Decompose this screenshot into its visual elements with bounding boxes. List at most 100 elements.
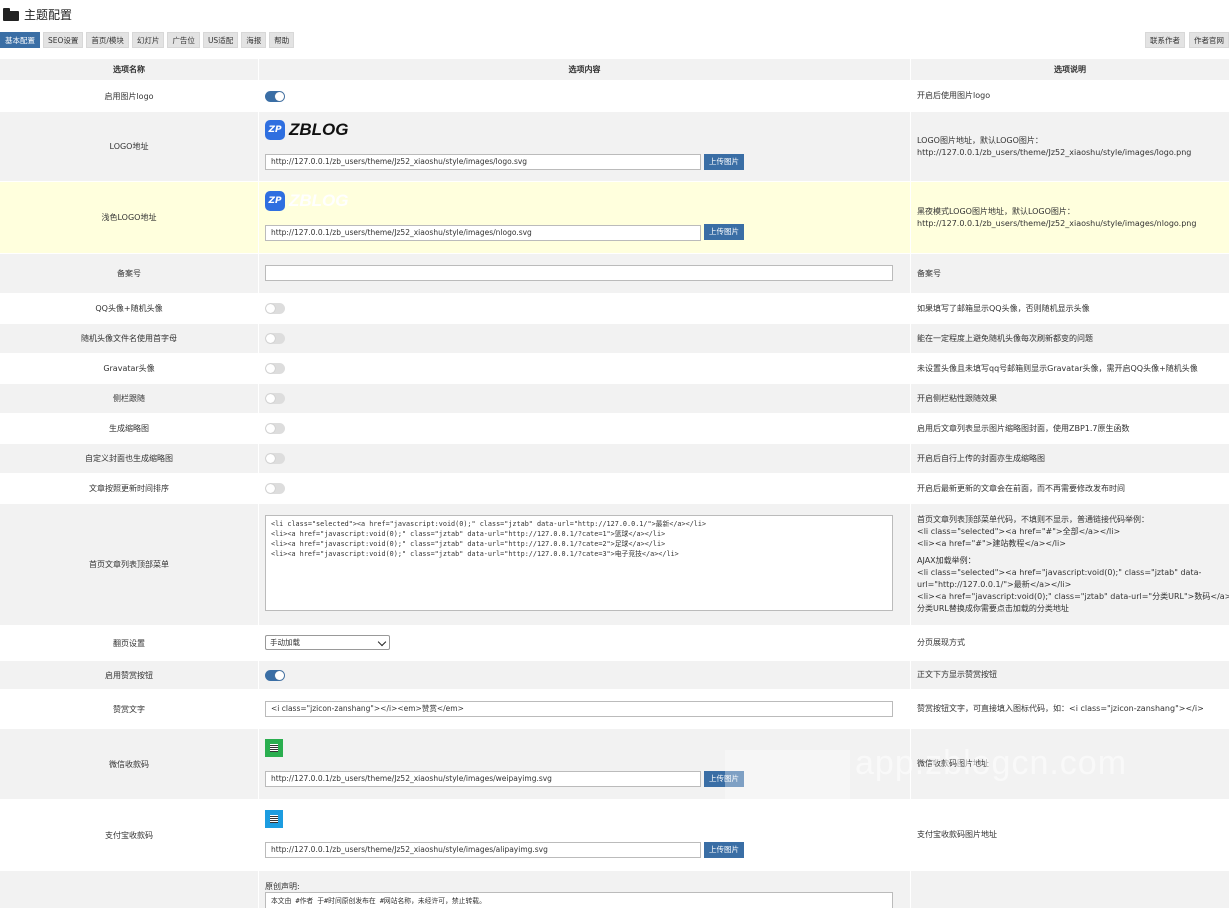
zblog-logo-icon: ZP (265, 191, 285, 211)
logo-enable-toggle[interactable] (265, 91, 285, 102)
option-name: LOGO地址 (109, 142, 149, 151)
option-desc: 如果填写了邮箱显示QQ头像，否则随机显示头像 (917, 303, 1090, 313)
pagination-selected-value: 手动加载 (270, 638, 300, 647)
option-desc-url: http://127.0.0.1/zb_users/theme/Jz52_xia… (917, 147, 1192, 157)
qq-avatar-toggle[interactable] (265, 303, 285, 314)
option-name: 自定义封面也生成缩略图 (85, 454, 173, 463)
tab-seo[interactable]: SEO设置 (43, 32, 84, 48)
table-row: 微信收款码 http://127.0.0.1/zb_users/theme/Jz… (0, 728, 1229, 799)
reward-enable-toggle[interactable] (265, 670, 285, 681)
option-desc-url: http://127.0.0.1/zb_users/theme/Jz52_xia… (917, 218, 1197, 228)
random-avatar-toggle[interactable] (265, 333, 285, 344)
option-desc: 分页展现方式 (917, 638, 965, 647)
col-header-name: 选项名称 (113, 65, 145, 74)
option-desc: 未设置头像且未填写qq号邮箱则显示Gravatar头像，需开启QQ头像+随机头像 (917, 363, 1198, 373)
option-name: 启用图片logo (104, 91, 154, 101)
table-row: 随机头像文件名使用首字母 能在一定程度上避免随机头像每次刷新都变的问题 (0, 323, 1229, 353)
table-row: 首页文章列表顶部菜单 <li class="selected"><a href=… (0, 503, 1229, 625)
tab-ads[interactable]: 广告位 (167, 32, 200, 48)
light-logo-upload-button[interactable]: 上传图片 (704, 224, 744, 240)
alipay-qr-url-input[interactable]: http://127.0.0.1/zb_users/theme/Jz52_xia… (265, 842, 701, 858)
tab-slides[interactable]: 幻灯片 (131, 32, 165, 48)
option-desc-ajax-title: AJAX加载举例： (917, 556, 976, 565)
table-row: 赞赏文字 <i class="jzicon-zanshang"></i><em>… (0, 689, 1229, 728)
sidebar-follow-toggle[interactable] (265, 393, 285, 404)
table-row: 支付宝收款码 http://127.0.0.1/zb_users/theme/J… (0, 799, 1229, 870)
option-name: 浅色LOGO地址 (101, 213, 157, 222)
table-row: 侧栏跟随 开启侧栏粘性跟随效果 (0, 383, 1229, 413)
copyright-label: 原创声明: (265, 882, 300, 891)
tab-home-modules[interactable]: 首页/模块 (86, 32, 129, 48)
option-desc: 正文下方显示赞赏按钮 (917, 670, 997, 679)
table-row: QQ头像+随机头像 如果填写了邮箱显示QQ头像，否则随机显示头像 (0, 293, 1229, 323)
option-desc-example: url="http://127.0.0.1/">最新</a></li> (917, 580, 1072, 589)
option-name: 生成缩略图 (109, 424, 149, 433)
table-row: 翻页设置 手动加载 分页展现方式 (0, 625, 1229, 660)
logo-text: ZBLOG (289, 120, 349, 139)
option-desc: 开启后使用图片logo (917, 91, 991, 100)
light-logo-url-input[interactable]: http://127.0.0.1/zb_users/theme/Jz52_xia… (265, 225, 701, 241)
option-desc: LOGO图片地址，默认LOGO图片： (917, 135, 1043, 145)
option-name: 赞赏文字 (113, 704, 145, 714)
reward-text-input[interactable]: <i class="jzicon-zanshang"></i><em>赞赏</e… (265, 701, 893, 717)
option-desc: 启用后文章列表显示图片缩略图封面，使用ZBP1.7原生函数 (917, 423, 1130, 433)
option-desc-empty (911, 871, 1229, 908)
option-desc-note: 分类URL替换成你需要点击加载的分类地址 (917, 604, 1069, 613)
thumbnail-toggle[interactable] (265, 423, 285, 434)
header-links: 联系作者 作者官网 (1141, 32, 1229, 48)
light-logo-preview: ZP ZBLOG (265, 191, 349, 211)
table-row: LOGO地址 ZP ZBLOG http://127.0.0.1/zb_user… (0, 111, 1229, 181)
custom-cover-toggle[interactable] (265, 453, 285, 464)
col-header-desc: 选项说明 (1054, 64, 1086, 74)
alipay-qr-upload-button[interactable]: 上传图片 (704, 842, 744, 858)
table-row: 自定义封面也生成缩略图 开启后自行上传的封面亦生成缩略图 (0, 443, 1229, 473)
copyright-textarea[interactable]: 本文由 #作者 于#时间原创发布在 #网站名称，未经许可，禁止转载。 (265, 892, 893, 908)
wechat-qr-url-input[interactable]: http://127.0.0.1/zb_users/theme/Jz52_xia… (265, 771, 701, 787)
tab-help[interactable]: 帮助 (269, 32, 295, 48)
tab-poster[interactable]: 海报 (241, 32, 267, 48)
option-name: 文章按照更新时间排序 (89, 484, 169, 493)
option-name: 微信收款码 (109, 759, 149, 769)
option-desc-example: <li><a href="#">建站教程</a></li> (917, 539, 1066, 548)
home-menu-code-textarea[interactable]: <li class="selected"><a href="javascript… (265, 515, 893, 611)
wechat-qr-upload-button[interactable]: 上传图片 (704, 771, 744, 787)
wechat-qr-icon (265, 739, 283, 757)
contact-author-button[interactable]: 联系作者 (1145, 32, 1185, 48)
pagination-select[interactable]: 手动加载 (265, 635, 390, 650)
page-header: 主题配置 (3, 6, 72, 22)
option-desc: 开启侧栏粘性跟随效果 (917, 393, 997, 403)
option-name: 启用赞赏按钮 (105, 670, 153, 680)
option-desc: 黑夜模式LOGO图片地址，默认LOGO图片： (917, 206, 1075, 216)
sort-update-toggle[interactable] (265, 483, 285, 494)
option-name: QQ头像+随机头像 (95, 304, 163, 313)
option-name: 首页文章列表顶部菜单 (89, 560, 169, 569)
logo-upload-button[interactable]: 上传图片 (704, 154, 744, 170)
table-header: 选项名称 选项内容 选项说明 (0, 58, 1229, 80)
option-name: 翻页设置 (113, 638, 145, 648)
logo-text: ZBLOG (289, 191, 349, 210)
option-desc: 赞赏按钮文字，可直接填入图标代码，如：<i class="jzicon-zans… (917, 704, 1204, 713)
chevron-down-icon (377, 637, 387, 647)
option-desc: 备案号 (917, 268, 941, 278)
beian-input[interactable] (265, 265, 893, 281)
logo-preview: ZP ZBLOG (265, 120, 349, 140)
option-desc: 首页文章列表顶部菜单代码，不填则不显示，普通链接代码举例： (917, 515, 1149, 524)
col-header-content: 选项内容 (258, 59, 911, 80)
alipay-qr-icon (265, 810, 283, 828)
option-name: 备案号 (117, 269, 141, 278)
folder-icon (3, 7, 19, 21)
tab-basic[interactable]: 基本配置 (0, 32, 40, 48)
option-name: Gravatar头像 (103, 364, 155, 373)
settings-tabs: 基本配置 SEO设置 首页/模块 幻灯片 广告位 US适配 海报 帮助 (0, 32, 297, 48)
table-row: 启用图片logo 开启后使用图片logo (0, 80, 1229, 111)
gravatar-toggle[interactable] (265, 363, 285, 374)
option-desc: 开启后自行上传的封面亦生成缩略图 (917, 453, 1045, 463)
tab-us-adapt[interactable]: US适配 (202, 32, 239, 48)
table-row: 启用赞赏按钮 正文下方显示赞赏按钮 (0, 660, 1229, 689)
author-site-button[interactable]: 作者官网 (1189, 32, 1229, 48)
option-desc: 开启后最新更新的文章会在前面，而不再需要修改发布时间 (917, 483, 1125, 493)
table-row: 备案号 备案号 (0, 253, 1229, 293)
logo-url-input[interactable]: http://127.0.0.1/zb_users/theme/Jz52_xia… (265, 154, 701, 170)
page-title: 主题配置 (24, 7, 73, 22)
table-row: 浅色LOGO地址 ZP ZBLOG http://127.0.0.1/zb_us… (0, 181, 1229, 253)
